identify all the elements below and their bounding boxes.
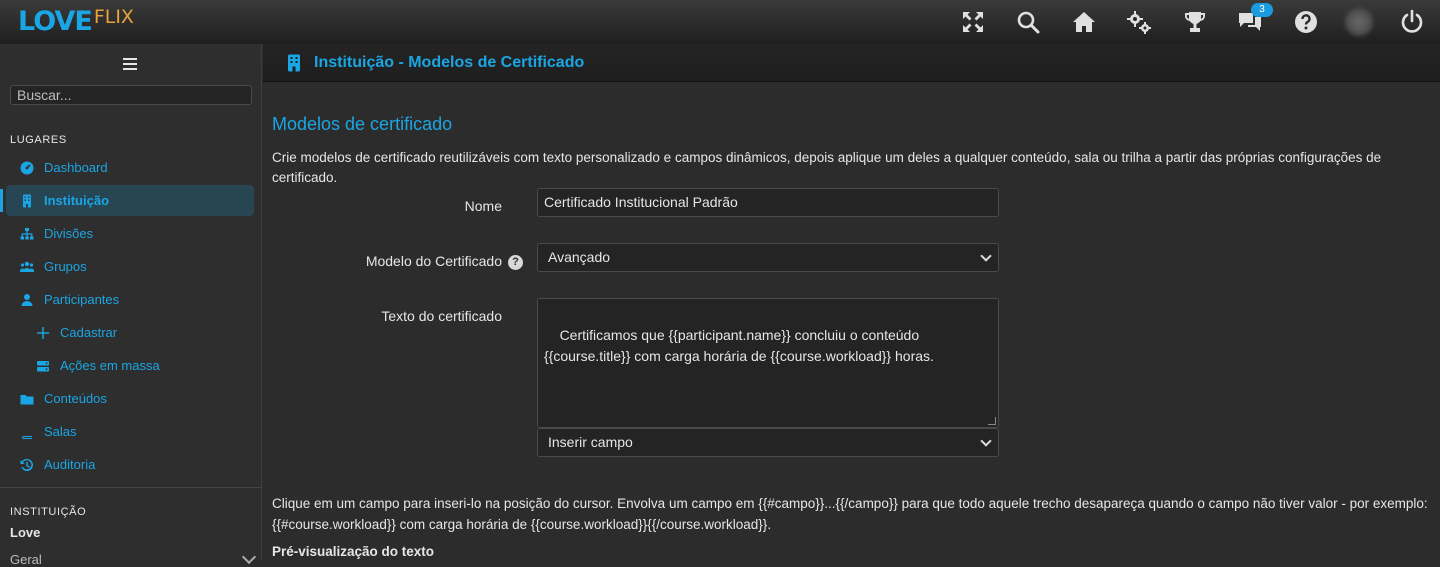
server-icon bbox=[36, 359, 50, 373]
sidebar-item-grupos[interactable]: Grupos bbox=[6, 251, 254, 282]
sidebar-item-label: Divisões bbox=[44, 226, 94, 241]
help-icon[interactable] bbox=[1293, 9, 1319, 35]
gears-icon[interactable] bbox=[1126, 9, 1152, 35]
sidebar-item-acoes-em-massa[interactable]: Ações em massa bbox=[6, 350, 254, 381]
model-select-value: Avançado bbox=[548, 249, 611, 265]
page-title: Instituição - Modelos de Certificado bbox=[314, 54, 585, 71]
certificate-text-value: Certificamos que {{participant.name}} co… bbox=[544, 327, 934, 364]
folder-icon bbox=[20, 392, 34, 406]
sidebar-item-label: Conteúdos bbox=[44, 391, 107, 406]
sidebar-item-conteudos[interactable]: Conteúdos bbox=[6, 383, 254, 414]
sidebar-divider bbox=[0, 487, 262, 488]
sidebar-item-label: Grupos bbox=[44, 259, 87, 274]
chat-badge: 3 bbox=[1251, 3, 1273, 17]
text-label: Texto do certificado bbox=[381, 308, 502, 324]
trophy-icon[interactable] bbox=[1182, 9, 1208, 35]
chevron-down-icon bbox=[980, 435, 992, 447]
chevron-down-icon[interactable] bbox=[241, 549, 257, 565]
resize-handle[interactable] bbox=[988, 417, 996, 425]
menu-toggle-icon[interactable] bbox=[123, 58, 137, 70]
sidebar-search-input[interactable] bbox=[10, 85, 252, 105]
model-label: Modelo do Certificado? bbox=[323, 253, 523, 270]
sidebar-item-salas[interactable]: Salas bbox=[6, 416, 254, 447]
sidebar-item-instituicao[interactable]: Instituição bbox=[0, 185, 254, 216]
sidebar-item-label: Participantes bbox=[44, 292, 120, 307]
sidebar-item-label: Auditoria bbox=[44, 457, 96, 472]
chat-icon[interactable]: 3 bbox=[1237, 3, 1273, 35]
page-header: Instituição - Modelos de Certificado bbox=[263, 44, 1440, 82]
users-icon bbox=[20, 260, 34, 274]
preview-title: Pré-visualização do texto bbox=[272, 544, 435, 559]
sidebar-item-label: Ações em massa bbox=[60, 358, 160, 373]
search-icon[interactable] bbox=[1015, 9, 1041, 35]
main-content: Modelos de certificado Crie modelos de c… bbox=[263, 83, 1440, 560]
sidebar-item-label: Salas bbox=[44, 424, 77, 439]
name-field[interactable]: Certificado Institucional Padrão bbox=[537, 188, 999, 217]
sidebar-item-label: Cadastrar bbox=[60, 325, 118, 340]
sidebar-item-label: Instituição bbox=[44, 193, 110, 208]
fullscreen-icon[interactable] bbox=[960, 9, 986, 35]
section-heading: Modelos de certificado bbox=[272, 114, 453, 134]
logo-love: LOVE bbox=[18, 6, 93, 37]
building-icon bbox=[20, 194, 34, 208]
dashboard-icon bbox=[20, 161, 34, 175]
chevron-down-icon bbox=[980, 250, 992, 262]
avatar[interactable] bbox=[1345, 8, 1373, 36]
logo-flix: FLIX bbox=[93, 6, 134, 28]
building-icon bbox=[287, 54, 301, 72]
sidebar-item-dashboard[interactable]: Dashboard bbox=[6, 152, 254, 183]
book-icon bbox=[20, 425, 34, 439]
model-label-text: Modelo do Certificado bbox=[365, 253, 502, 269]
sidebar-item-participantes[interactable]: Participantes bbox=[6, 284, 254, 315]
history-icon bbox=[20, 458, 34, 472]
home-icon[interactable] bbox=[1071, 9, 1097, 35]
plus-icon bbox=[36, 326, 50, 340]
sidebar: LUGARES Dashboard Instituição Divisões G… bbox=[0, 44, 262, 567]
help-icon[interactable]: ? bbox=[508, 255, 523, 270]
institution-name: Love bbox=[10, 525, 41, 540]
section-title-institution: INSTITUIÇÃO bbox=[10, 506, 87, 518]
model-select[interactable]: Avançado bbox=[537, 243, 999, 272]
sitemap-icon bbox=[20, 227, 34, 241]
top-bar: LOVE FLIX 3 bbox=[0, 0, 1440, 44]
sidebar-item-divisoes[interactable]: Divisões bbox=[6, 218, 254, 249]
section-title-places: LUGARES bbox=[10, 134, 67, 146]
insert-help-text: Clique em um campo para inseri-lo na pos… bbox=[272, 496, 1428, 532]
section-description: Crie modelos de certificado reutilizávei… bbox=[272, 150, 1382, 185]
user-icon bbox=[20, 293, 34, 307]
sidebar-item-label: Dashboard bbox=[44, 160, 108, 175]
name-label: Nome bbox=[464, 198, 502, 214]
insert-field-select[interactable]: Inserir campo bbox=[537, 428, 999, 457]
power-icon[interactable] bbox=[1399, 9, 1425, 35]
insert-field-value: Inserir campo bbox=[548, 434, 633, 450]
sidebar-item-auditoria[interactable]: Auditoria bbox=[6, 449, 254, 480]
certificate-text-area[interactable]: Certificamos que {{participant.name}} co… bbox=[537, 298, 999, 428]
sidebar-item-cadastrar[interactable]: Cadastrar bbox=[6, 317, 254, 348]
app-logo[interactable]: LOVE FLIX bbox=[18, 6, 134, 38]
